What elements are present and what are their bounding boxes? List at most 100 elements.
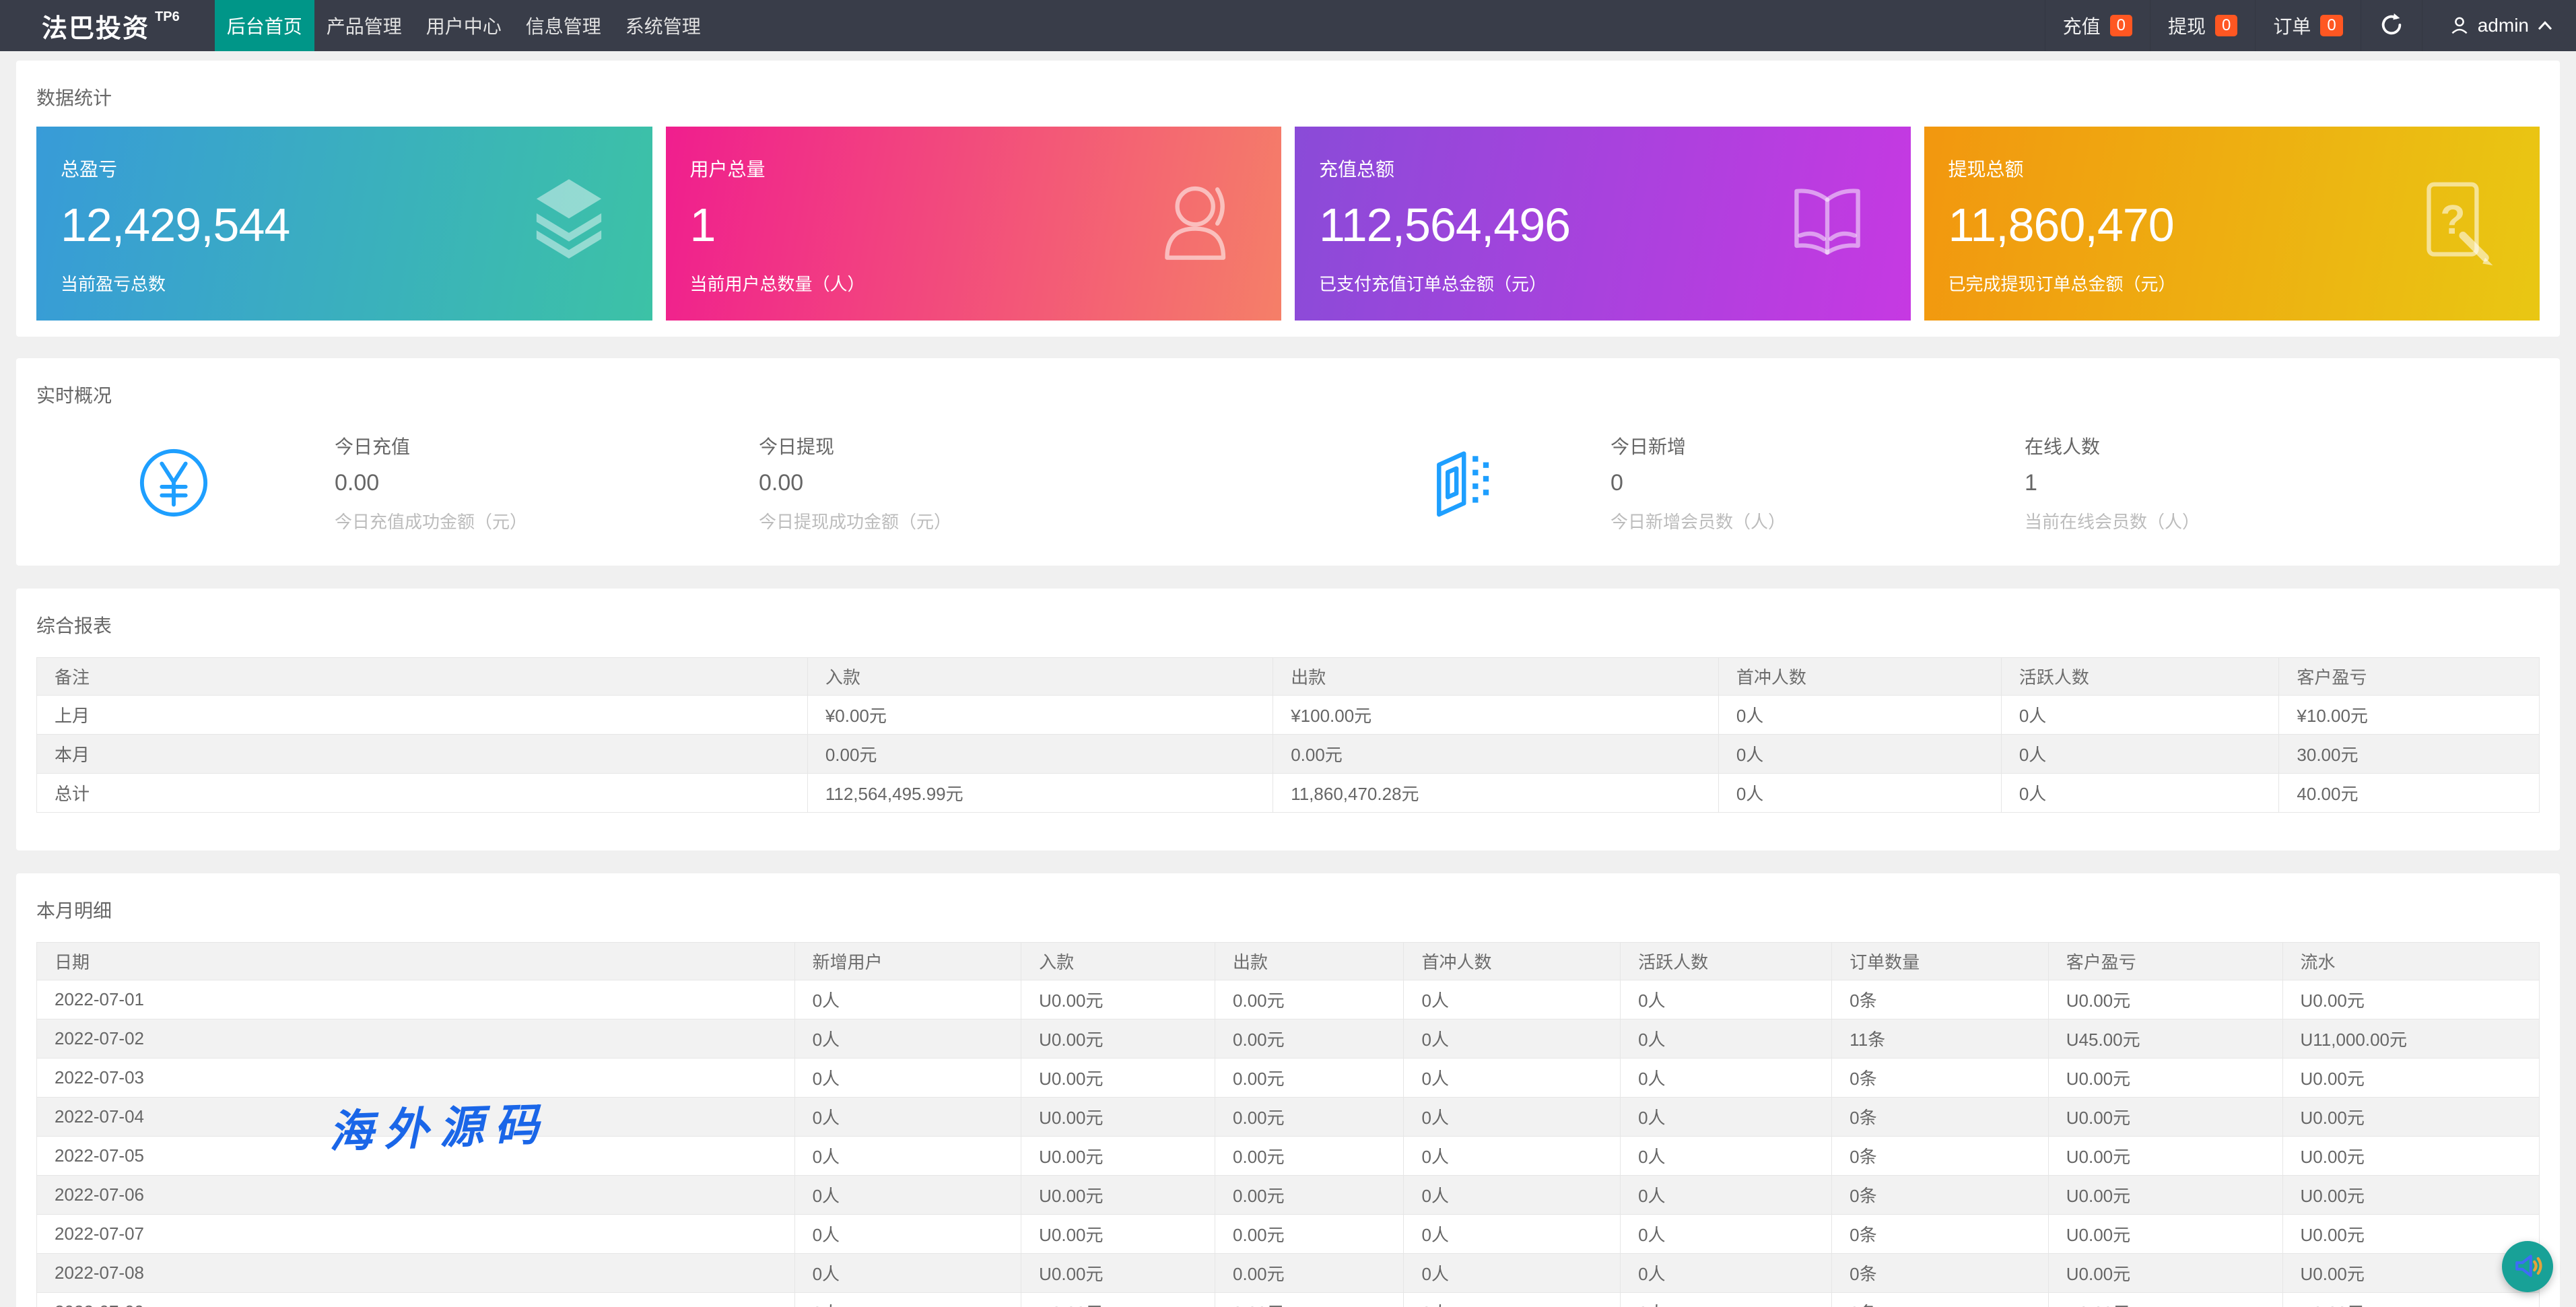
table-cell: 0人: [1403, 1214, 1621, 1254]
voice-broadcast-button[interactable]: [2502, 1241, 2553, 1292]
table-cell: 0条: [1831, 1097, 2049, 1137]
table-cell: U0.00元: [2282, 1253, 2540, 1293]
column-header: 活跃人数: [2000, 657, 2280, 696]
table-cell: U0.00元: [2047, 1292, 2283, 1307]
table-cell: U0.00元: [2047, 1175, 2283, 1215]
navbar-right: 充值 0 提现 0 订单 0 admin: [2044, 0, 2576, 51]
table-cell: 0人: [794, 1214, 1022, 1254]
main-menu: 后台首页 产品管理 用户中心 信息管理 系统管理: [214, 0, 713, 51]
table-cell: U0.00元: [1021, 1136, 1216, 1176]
table-cell: 40.00元: [2278, 773, 2540, 813]
menu-item-info[interactable]: 信息管理: [514, 0, 613, 51]
table-row: 2022-07-08 0人 U0.00元 0.00元 0人 0人 0条 U0.00元 U0.00…: [36, 1253, 2540, 1293]
column-header: 首冲人数: [1403, 942, 1621, 980]
table-cell: 0人: [1718, 734, 2002, 774]
table-cell: 0人: [794, 1136, 1022, 1176]
column-header: 日期: [36, 942, 795, 980]
quick-recharge[interactable]: 充值 0: [2044, 0, 2150, 51]
detail-section: 本月明细 日期 新增用户 入款 出款 首冲人数 活跃人数 订单数量 客户盈亏 流水 2022-07…: [16, 873, 2560, 1307]
book-icon: [1776, 172, 1878, 275]
table-cell: U0.00元: [1021, 1253, 1216, 1293]
table-cell: 0.00元: [1215, 1175, 1404, 1215]
brand-name: 法巴投资: [42, 14, 150, 43]
table-cell: 0人: [1403, 1175, 1621, 1215]
table-cell: U0.00元: [2282, 1214, 2540, 1254]
quick-label: 充值: [2062, 16, 2101, 37]
badge-count: 0: [2109, 15, 2132, 36]
table-cell: U0.00元: [2282, 1175, 2540, 1215]
badge-count: 0: [2215, 15, 2238, 36]
table-cell: 112,564,495.99元: [807, 773, 1274, 813]
table-cell: 2022-07-05: [36, 1136, 795, 1176]
table-cell: 0.00元: [1215, 1058, 1404, 1098]
table-cell: 总计: [36, 773, 808, 813]
table-cell: 0人: [2000, 773, 2280, 813]
menu-item-products[interactable]: 产品管理: [314, 0, 414, 51]
table-cell: 0人: [1620, 1253, 1833, 1293]
realtime-content: 今日充值 0.00 今日充值成功金额（元） 今日提现 0.00 今日提现成功金额（元） …: [36, 432, 2540, 533]
stats-section: 数据统计 总盈亏 12,429,544 当前盈亏总数 用户总量 1 当前用户总数量（人）充…: [16, 61, 2560, 337]
table-cell: 本月: [36, 734, 808, 774]
table-cell: 2022-07-07: [36, 1214, 795, 1254]
table-cell: 0.00元: [1215, 1019, 1404, 1059]
table-row: 本月 0.00元 0.00元 0人 0人 30.00元: [36, 734, 2540, 774]
table-cell: U0.00元: [2047, 1214, 2283, 1254]
table-cell: U0.00元: [2047, 1253, 2283, 1293]
realtime-value: 1: [2025, 470, 2037, 496]
user-menu[interactable]: admin: [2422, 0, 2576, 51]
table-cell: U0.00元: [1021, 1019, 1216, 1059]
table-cell: 11条: [1831, 1019, 2049, 1059]
table-cell: 0.00元: [1215, 1214, 1404, 1254]
yen-circle-icon: [137, 446, 210, 519]
realtime-label: 今日新增: [1611, 436, 1687, 457]
detail-section-title: 本月明细: [36, 900, 112, 921]
table-cell: 0.00元: [1215, 1292, 1404, 1307]
table-cell: 0人: [1403, 1253, 1621, 1293]
quick-label: 订单: [2273, 16, 2311, 37]
quick-withdraw[interactable]: 提现 0: [2149, 0, 2255, 51]
doc-question-icon: ?: [2405, 172, 2507, 275]
refresh-button[interactable]: [2360, 0, 2422, 51]
table-cell: 30.00元: [2278, 734, 2540, 774]
stat-card-recharge: 充值总额 112,564,496 已支付充值订单总金额（元）: [1295, 127, 1911, 321]
table-cell: 上月: [36, 695, 808, 735]
realtime-value: 0: [1611, 470, 1623, 496]
table-cell: 0人: [1620, 1097, 1833, 1137]
table-header-row: 备注 入款 出款 首冲人数 活跃人数 客户盈亏: [36, 657, 2540, 696]
table-cell: 0人: [1620, 1019, 1833, 1059]
table-cell: 0人: [1403, 980, 1621, 1019]
table-cell: 0.00元: [1215, 1097, 1404, 1137]
table-row: 2022-07-01 0人 U0.00元 0.00元 0人 0人 0条 U0.00元 U0.00…: [36, 980, 2540, 1019]
table-cell: 0.00元: [1215, 980, 1404, 1019]
table-cell: 0.00元: [807, 734, 1274, 774]
stat-card-profit: 总盈亏 12,429,544 当前盈亏总数: [36, 127, 652, 321]
summary-table: 备注 入款 出款 首冲人数 活跃人数 客户盈亏 上月 ¥0.00元 ¥100.00元 0人 0人 ¥1…: [36, 657, 2540, 813]
table-cell: 2022-07-02: [36, 1019, 795, 1059]
table-cell: 0条: [1831, 1175, 2049, 1215]
table-cell: U45.00元: [2047, 1019, 2283, 1059]
table-cell: 0人: [1718, 773, 2002, 813]
table-cell: U0.00元: [2047, 1136, 2283, 1176]
detail-table: 日期 新增用户 入款 出款 首冲人数 活跃人数 订单数量 客户盈亏 流水 2022-07-01 0人…: [36, 942, 2540, 1307]
table-cell: U0.00元: [1021, 1175, 1216, 1215]
menu-item-system[interactable]: 系统管理: [613, 0, 713, 51]
table-cell: 0人: [794, 1058, 1022, 1098]
column-header: 备注: [36, 657, 808, 696]
table-cell: 0人: [1620, 1175, 1833, 1215]
table-cell: 0人: [1620, 1136, 1833, 1176]
menu-item-users[interactable]: 用户中心: [414, 0, 514, 51]
realtime-section-title: 实时概况: [36, 385, 112, 406]
table-cell: U0.00元: [2282, 980, 2540, 1019]
table-cell: 0条: [1831, 1136, 2049, 1176]
table-cell: 2022-07-09: [36, 1292, 795, 1307]
realtime-item-today-withdraw: 今日提现 0.00 今日提现成功金额（元）: [759, 432, 1109, 533]
table-cell: 0条: [1831, 1253, 2049, 1293]
table-row: 2022-07-05 0人 U0.00元 0.00元 0人 0人 0条 U0.00元 U0.00…: [36, 1136, 2540, 1176]
table-cell: U0.00元: [1021, 980, 1216, 1019]
table-cell: 0人: [794, 1253, 1022, 1293]
username: admin: [2477, 15, 2529, 36]
menu-item-home[interactable]: 后台首页: [214, 0, 314, 51]
table-cell: 0条: [1831, 980, 2049, 1019]
summary-section: 综合报表 备注 入款 出款 首冲人数 活跃人数 客户盈亏 上月 ¥0.00元 ¥100.00元 0…: [16, 589, 2560, 850]
quick-orders[interactable]: 订单 0: [2255, 0, 2360, 51]
